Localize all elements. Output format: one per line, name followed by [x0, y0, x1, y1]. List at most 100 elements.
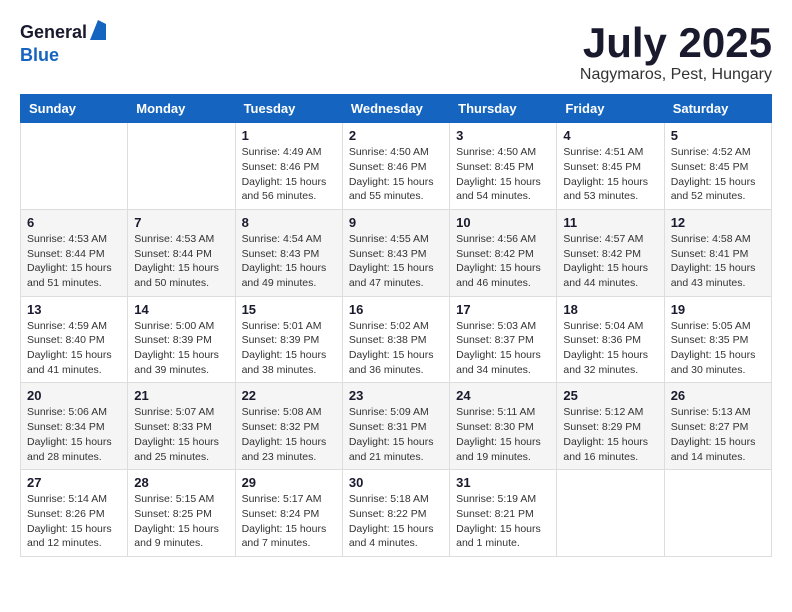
calendar-cell: 13 Sunrise: 4:59 AMSunset: 8:40 PMDaylig…	[21, 296, 128, 383]
calendar-cell: 12 Sunrise: 4:58 AMSunset: 8:41 PMDaylig…	[664, 209, 771, 296]
day-info: Sunrise: 4:54 AMSunset: 8:43 PMDaylight:…	[242, 233, 327, 289]
calendar-week-3: 13 Sunrise: 4:59 AMSunset: 8:40 PMDaylig…	[21, 296, 772, 383]
calendar-cell: 20 Sunrise: 5:06 AMSunset: 8:34 PMDaylig…	[21, 383, 128, 470]
calendar-cell: 26 Sunrise: 5:13 AMSunset: 8:27 PMDaylig…	[664, 383, 771, 470]
day-number: 26	[671, 388, 765, 403]
calendar-cell	[128, 123, 235, 210]
calendar-cell: 11 Sunrise: 4:57 AMSunset: 8:42 PMDaylig…	[557, 209, 664, 296]
day-number: 31	[456, 475, 550, 490]
calendar-cell	[557, 470, 664, 557]
day-info: Sunrise: 4:55 AMSunset: 8:43 PMDaylight:…	[349, 233, 434, 289]
calendar-week-1: 1 Sunrise: 4:49 AMSunset: 8:46 PMDayligh…	[21, 123, 772, 210]
calendar-cell: 9 Sunrise: 4:55 AMSunset: 8:43 PMDayligh…	[342, 209, 449, 296]
calendar-cell: 31 Sunrise: 5:19 AMSunset: 8:21 PMDaylig…	[450, 470, 557, 557]
day-number: 21	[134, 388, 228, 403]
calendar-cell: 16 Sunrise: 5:02 AMSunset: 8:38 PMDaylig…	[342, 296, 449, 383]
calendar-cell: 28 Sunrise: 5:15 AMSunset: 8:25 PMDaylig…	[128, 470, 235, 557]
day-number: 7	[134, 215, 228, 230]
day-number: 23	[349, 388, 443, 403]
calendar-cell: 15 Sunrise: 5:01 AMSunset: 8:39 PMDaylig…	[235, 296, 342, 383]
day-info: Sunrise: 5:08 AMSunset: 8:32 PMDaylight:…	[242, 406, 327, 462]
day-info: Sunrise: 5:00 AMSunset: 8:39 PMDaylight:…	[134, 320, 219, 376]
day-info: Sunrise: 4:50 AMSunset: 8:45 PMDaylight:…	[456, 146, 541, 202]
col-saturday: Saturday	[664, 95, 771, 123]
calendar-cell: 30 Sunrise: 5:18 AMSunset: 8:22 PMDaylig…	[342, 470, 449, 557]
day-info: Sunrise: 4:58 AMSunset: 8:41 PMDaylight:…	[671, 233, 756, 289]
calendar-cell: 2 Sunrise: 4:50 AMSunset: 8:46 PMDayligh…	[342, 123, 449, 210]
calendar-cell: 14 Sunrise: 5:00 AMSunset: 8:39 PMDaylig…	[128, 296, 235, 383]
col-monday: Monday	[128, 95, 235, 123]
col-tuesday: Tuesday	[235, 95, 342, 123]
day-number: 18	[563, 302, 657, 317]
day-info: Sunrise: 5:12 AMSunset: 8:29 PMDaylight:…	[563, 406, 648, 462]
day-info: Sunrise: 4:53 AMSunset: 8:44 PMDaylight:…	[27, 233, 112, 289]
calendar-cell	[664, 470, 771, 557]
day-info: Sunrise: 4:59 AMSunset: 8:40 PMDaylight:…	[27, 320, 112, 376]
day-number: 29	[242, 475, 336, 490]
day-info: Sunrise: 5:02 AMSunset: 8:38 PMDaylight:…	[349, 320, 434, 376]
calendar-cell: 29 Sunrise: 5:17 AMSunset: 8:24 PMDaylig…	[235, 470, 342, 557]
calendar-week-4: 20 Sunrise: 5:06 AMSunset: 8:34 PMDaylig…	[21, 383, 772, 470]
calendar-cell: 8 Sunrise: 4:54 AMSunset: 8:43 PMDayligh…	[235, 209, 342, 296]
calendar-cell: 22 Sunrise: 5:08 AMSunset: 8:32 PMDaylig…	[235, 383, 342, 470]
day-number: 13	[27, 302, 121, 317]
day-info: Sunrise: 5:01 AMSunset: 8:39 PMDaylight:…	[242, 320, 327, 376]
col-wednesday: Wednesday	[342, 95, 449, 123]
logo-general-text: General	[20, 22, 87, 43]
day-number: 5	[671, 128, 765, 143]
logo: General Blue	[20, 20, 106, 66]
day-number: 30	[349, 475, 443, 490]
day-number: 9	[349, 215, 443, 230]
calendar-cell: 4 Sunrise: 4:51 AMSunset: 8:45 PMDayligh…	[557, 123, 664, 210]
calendar-cell: 5 Sunrise: 4:52 AMSunset: 8:45 PMDayligh…	[664, 123, 771, 210]
page-header: General Blue July 2025 Nagymaros, Pest, …	[20, 20, 772, 84]
calendar-header-row: Sunday Monday Tuesday Wednesday Thursday…	[21, 95, 772, 123]
day-info: Sunrise: 5:18 AMSunset: 8:22 PMDaylight:…	[349, 493, 434, 549]
day-number: 8	[242, 215, 336, 230]
calendar-table: Sunday Monday Tuesday Wednesday Thursday…	[20, 94, 772, 557]
calendar-cell: 17 Sunrise: 5:03 AMSunset: 8:37 PMDaylig…	[450, 296, 557, 383]
day-info: Sunrise: 5:19 AMSunset: 8:21 PMDaylight:…	[456, 493, 541, 549]
location-subtitle: Nagymaros, Pest, Hungary	[580, 66, 772, 84]
day-info: Sunrise: 5:11 AMSunset: 8:30 PMDaylight:…	[456, 406, 541, 462]
day-number: 15	[242, 302, 336, 317]
day-info: Sunrise: 4:49 AMSunset: 8:46 PMDaylight:…	[242, 146, 327, 202]
col-thursday: Thursday	[450, 95, 557, 123]
day-number: 4	[563, 128, 657, 143]
day-info: Sunrise: 4:52 AMSunset: 8:45 PMDaylight:…	[671, 146, 756, 202]
day-number: 3	[456, 128, 550, 143]
day-number: 22	[242, 388, 336, 403]
day-number: 28	[134, 475, 228, 490]
day-number: 1	[242, 128, 336, 143]
day-info: Sunrise: 5:06 AMSunset: 8:34 PMDaylight:…	[27, 406, 112, 462]
day-number: 25	[563, 388, 657, 403]
day-number: 14	[134, 302, 228, 317]
day-number: 24	[456, 388, 550, 403]
day-info: Sunrise: 5:07 AMSunset: 8:33 PMDaylight:…	[134, 406, 219, 462]
day-info: Sunrise: 5:03 AMSunset: 8:37 PMDaylight:…	[456, 320, 541, 376]
logo-icon	[90, 20, 106, 45]
day-number: 11	[563, 215, 657, 230]
day-info: Sunrise: 4:56 AMSunset: 8:42 PMDaylight:…	[456, 233, 541, 289]
calendar-cell: 21 Sunrise: 5:07 AMSunset: 8:33 PMDaylig…	[128, 383, 235, 470]
day-number: 27	[27, 475, 121, 490]
day-number: 17	[456, 302, 550, 317]
calendar-cell: 3 Sunrise: 4:50 AMSunset: 8:45 PMDayligh…	[450, 123, 557, 210]
day-info: Sunrise: 4:53 AMSunset: 8:44 PMDaylight:…	[134, 233, 219, 289]
day-number: 2	[349, 128, 443, 143]
day-info: Sunrise: 5:04 AMSunset: 8:36 PMDaylight:…	[563, 320, 648, 376]
calendar-cell	[21, 123, 128, 210]
calendar-cell: 23 Sunrise: 5:09 AMSunset: 8:31 PMDaylig…	[342, 383, 449, 470]
calendar-cell: 7 Sunrise: 4:53 AMSunset: 8:44 PMDayligh…	[128, 209, 235, 296]
day-info: Sunrise: 4:57 AMSunset: 8:42 PMDaylight:…	[563, 233, 648, 289]
title-section: July 2025 Nagymaros, Pest, Hungary	[580, 20, 772, 84]
day-number: 10	[456, 215, 550, 230]
logo-blue-text: Blue	[20, 45, 59, 65]
calendar-cell: 24 Sunrise: 5:11 AMSunset: 8:30 PMDaylig…	[450, 383, 557, 470]
col-friday: Friday	[557, 95, 664, 123]
day-info: Sunrise: 5:14 AMSunset: 8:26 PMDaylight:…	[27, 493, 112, 549]
day-info: Sunrise: 5:09 AMSunset: 8:31 PMDaylight:…	[349, 406, 434, 462]
calendar-cell: 19 Sunrise: 5:05 AMSunset: 8:35 PMDaylig…	[664, 296, 771, 383]
day-info: Sunrise: 4:50 AMSunset: 8:46 PMDaylight:…	[349, 146, 434, 202]
day-number: 19	[671, 302, 765, 317]
